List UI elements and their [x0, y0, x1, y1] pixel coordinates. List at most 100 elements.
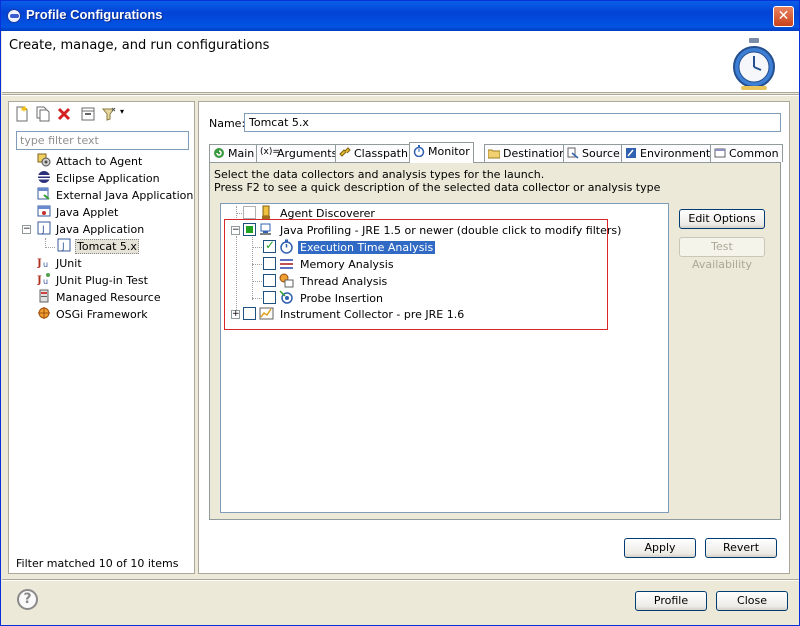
monitor-icon: [413, 145, 425, 157]
test-availability-button[interactable]: Test Availability: [679, 237, 765, 271]
filter-icon[interactable]: [101, 106, 117, 122]
svg-text:J: J: [37, 275, 42, 286]
edit-options-button[interactable]: Edit Options: [679, 209, 765, 229]
close-button[interactable]: Close: [716, 591, 788, 611]
tab-label: Main: [228, 147, 255, 160]
title-bar: Profile Configurations ✕: [1, 1, 799, 31]
config-editor-panel: Name: Tomcat 5.x Main (x)=Arguments Clas…: [198, 101, 790, 574]
classpath-icon: [339, 147, 351, 157]
java-app-icon: J: [57, 238, 71, 252]
revert-button[interactable]: Revert: [705, 538, 777, 558]
tree-item-junit[interactable]: Ju JUnit: [37, 256, 83, 272]
folder-icon: [488, 149, 500, 159]
tab-environment[interactable]: Environment: [621, 144, 715, 162]
monitor-tab-content: Select the data collectors and analysis …: [209, 162, 781, 520]
delete-icon[interactable]: [56, 106, 72, 122]
tree-item-attach-to-agent[interactable]: Attach to Agent: [37, 153, 143, 170]
instrument-collector-checkbox[interactable]: [243, 307, 256, 320]
launch-config-panel: ▾ type filter text Attach to Agent Eclip…: [8, 101, 195, 574]
execution-time-checkbox[interactable]: [263, 238, 276, 253]
config-name-field[interactable]: Tomcat 5.x: [244, 113, 781, 132]
dialog-header: Create, manage, and run configurations: [2, 31, 799, 93]
tab-destination[interactable]: Destination: [484, 144, 571, 162]
memory-analysis-icon: [280, 259, 293, 269]
analysis-probe-insertion[interactable]: Probe Insertion: [263, 290, 385, 307]
tree-item-label: Java Application: [56, 222, 145, 236]
window-close-button[interactable]: ✕: [773, 6, 794, 27]
external-java-icon: [37, 187, 50, 200]
svg-text:J: J: [37, 258, 42, 269]
tree-item-java-applet[interactable]: Java Applet: [37, 205, 119, 221]
eclipse-icon: [38, 171, 50, 183]
new-config-icon[interactable]: [14, 106, 30, 122]
tree-item-label: OSGi Framework: [56, 307, 148, 321]
java-profiling-checkbox[interactable]: [243, 223, 256, 236]
tree-item-java-application[interactable]: J Java Application: [37, 221, 145, 238]
tree-item-label: Managed Resource: [56, 290, 161, 304]
collector-agent-discoverer[interactable]: Agent Discoverer: [243, 205, 377, 222]
java-app-icon: J: [37, 221, 51, 235]
tree-item-label: Eclipse Application: [56, 171, 160, 185]
collector-label: Agent Discoverer: [280, 207, 375, 220]
monitor-description: Select the data collectors and analysis …: [214, 168, 660, 194]
tab-label: Monitor: [428, 145, 470, 158]
data-collector-tree: Agent Discoverer − Java Profiling - JRE …: [220, 203, 669, 513]
tab-label: Arguments: [277, 147, 338, 160]
analysis-thread[interactable]: Thread Analysis: [263, 273, 389, 290]
collector-label: Java Profiling - JRE 1.5 or newer (doubl…: [280, 224, 622, 237]
filter-dropdown-icon[interactable]: ▾: [120, 107, 124, 116]
filter-input[interactable]: type filter text: [16, 131, 189, 150]
expand-instrument-collector-icon[interactable]: +: [231, 310, 240, 319]
svg-text:J: J: [61, 242, 65, 252]
tree-item-label: JUnit: [56, 256, 82, 270]
tab-common[interactable]: Common: [710, 144, 783, 162]
tree-item-eclipse-application[interactable]: Eclipse Application: [37, 171, 161, 187]
memory-analysis-checkbox[interactable]: [263, 257, 276, 270]
tab-main[interactable]: Main: [209, 144, 259, 162]
tree-item-junit-plugin-test[interactable]: Ju JUnit Plug-in Test: [37, 273, 149, 289]
tab-label: Destination: [503, 147, 567, 160]
collector-instrument[interactable]: Instrument Collector - pre JRE 1.6: [243, 307, 466, 323]
tab-label: Classpath: [354, 147, 408, 160]
probe-insertion-icon: [279, 290, 293, 304]
help-icon[interactable]: ?: [17, 589, 38, 610]
apply-button[interactable]: Apply: [624, 538, 696, 558]
execution-time-icon: [280, 239, 293, 254]
stopwatch-icon: [733, 38, 775, 90]
tree-item-label: Java Applet: [56, 205, 119, 219]
java-applet-icon: [37, 205, 51, 217]
duplicate-icon[interactable]: [35, 106, 51, 122]
collector-java-profiling[interactable]: Java Profiling - JRE 1.5 or newer (doubl…: [243, 223, 623, 239]
managed-resource-icon: [39, 289, 49, 303]
profile-configurations-dialog: Profile Configurations ✕ Create, manage,…: [0, 0, 800, 626]
tree-item-managed-resource[interactable]: Managed Resource: [37, 289, 162, 306]
tree-item-osgi-framework[interactable]: OSGi Framework: [37, 307, 149, 323]
config-tabs: Main (x)=Arguments Classpath Monitor Des…: [209, 142, 783, 163]
expand-java-profiling-icon[interactable]: −: [231, 226, 240, 235]
tab-source[interactable]: Source: [563, 144, 624, 162]
agent-discoverer-checkbox[interactable]: [243, 206, 256, 219]
tree-item-label: JUnit Plug-in Test: [56, 273, 148, 287]
osgi-icon: [38, 307, 50, 319]
tree-item-external-java-application[interactable]: External Java Application: [37, 187, 194, 204]
header-subtitle: Create, manage, and run configurations: [9, 38, 270, 53]
tab-classpath[interactable]: Classpath: [335, 144, 412, 162]
svg-text:u: u: [43, 260, 48, 269]
probe-insertion-checkbox[interactable]: [263, 291, 276, 304]
analysis-execution-time[interactable]: Execution Time Analysis: [263, 238, 436, 256]
tab-monitor[interactable]: Monitor: [409, 142, 474, 163]
tree-item-label: External Java Application: [56, 188, 194, 202]
thread-analysis-checkbox[interactable]: [263, 274, 276, 287]
tab-arguments[interactable]: (x)=Arguments: [256, 144, 342, 162]
collapse-all-icon[interactable]: [80, 106, 96, 122]
description-line-2: Press F2 to see a quick description of t…: [214, 181, 661, 194]
tree-item-tomcat-5x[interactable]: J Tomcat 5.x: [57, 238, 139, 255]
filter-status: Filter matched 10 of 10 items: [16, 557, 179, 570]
expand-java-application-icon[interactable]: −: [22, 225, 31, 234]
tree-item-label: Tomcat 5.x: [75, 238, 139, 254]
profile-button[interactable]: Profile: [635, 591, 707, 611]
analysis-label: Memory Analysis: [300, 258, 394, 271]
environment-icon: [626, 148, 636, 158]
analysis-memory[interactable]: Memory Analysis: [263, 257, 396, 273]
arguments-icon: (x)=: [260, 147, 280, 157]
